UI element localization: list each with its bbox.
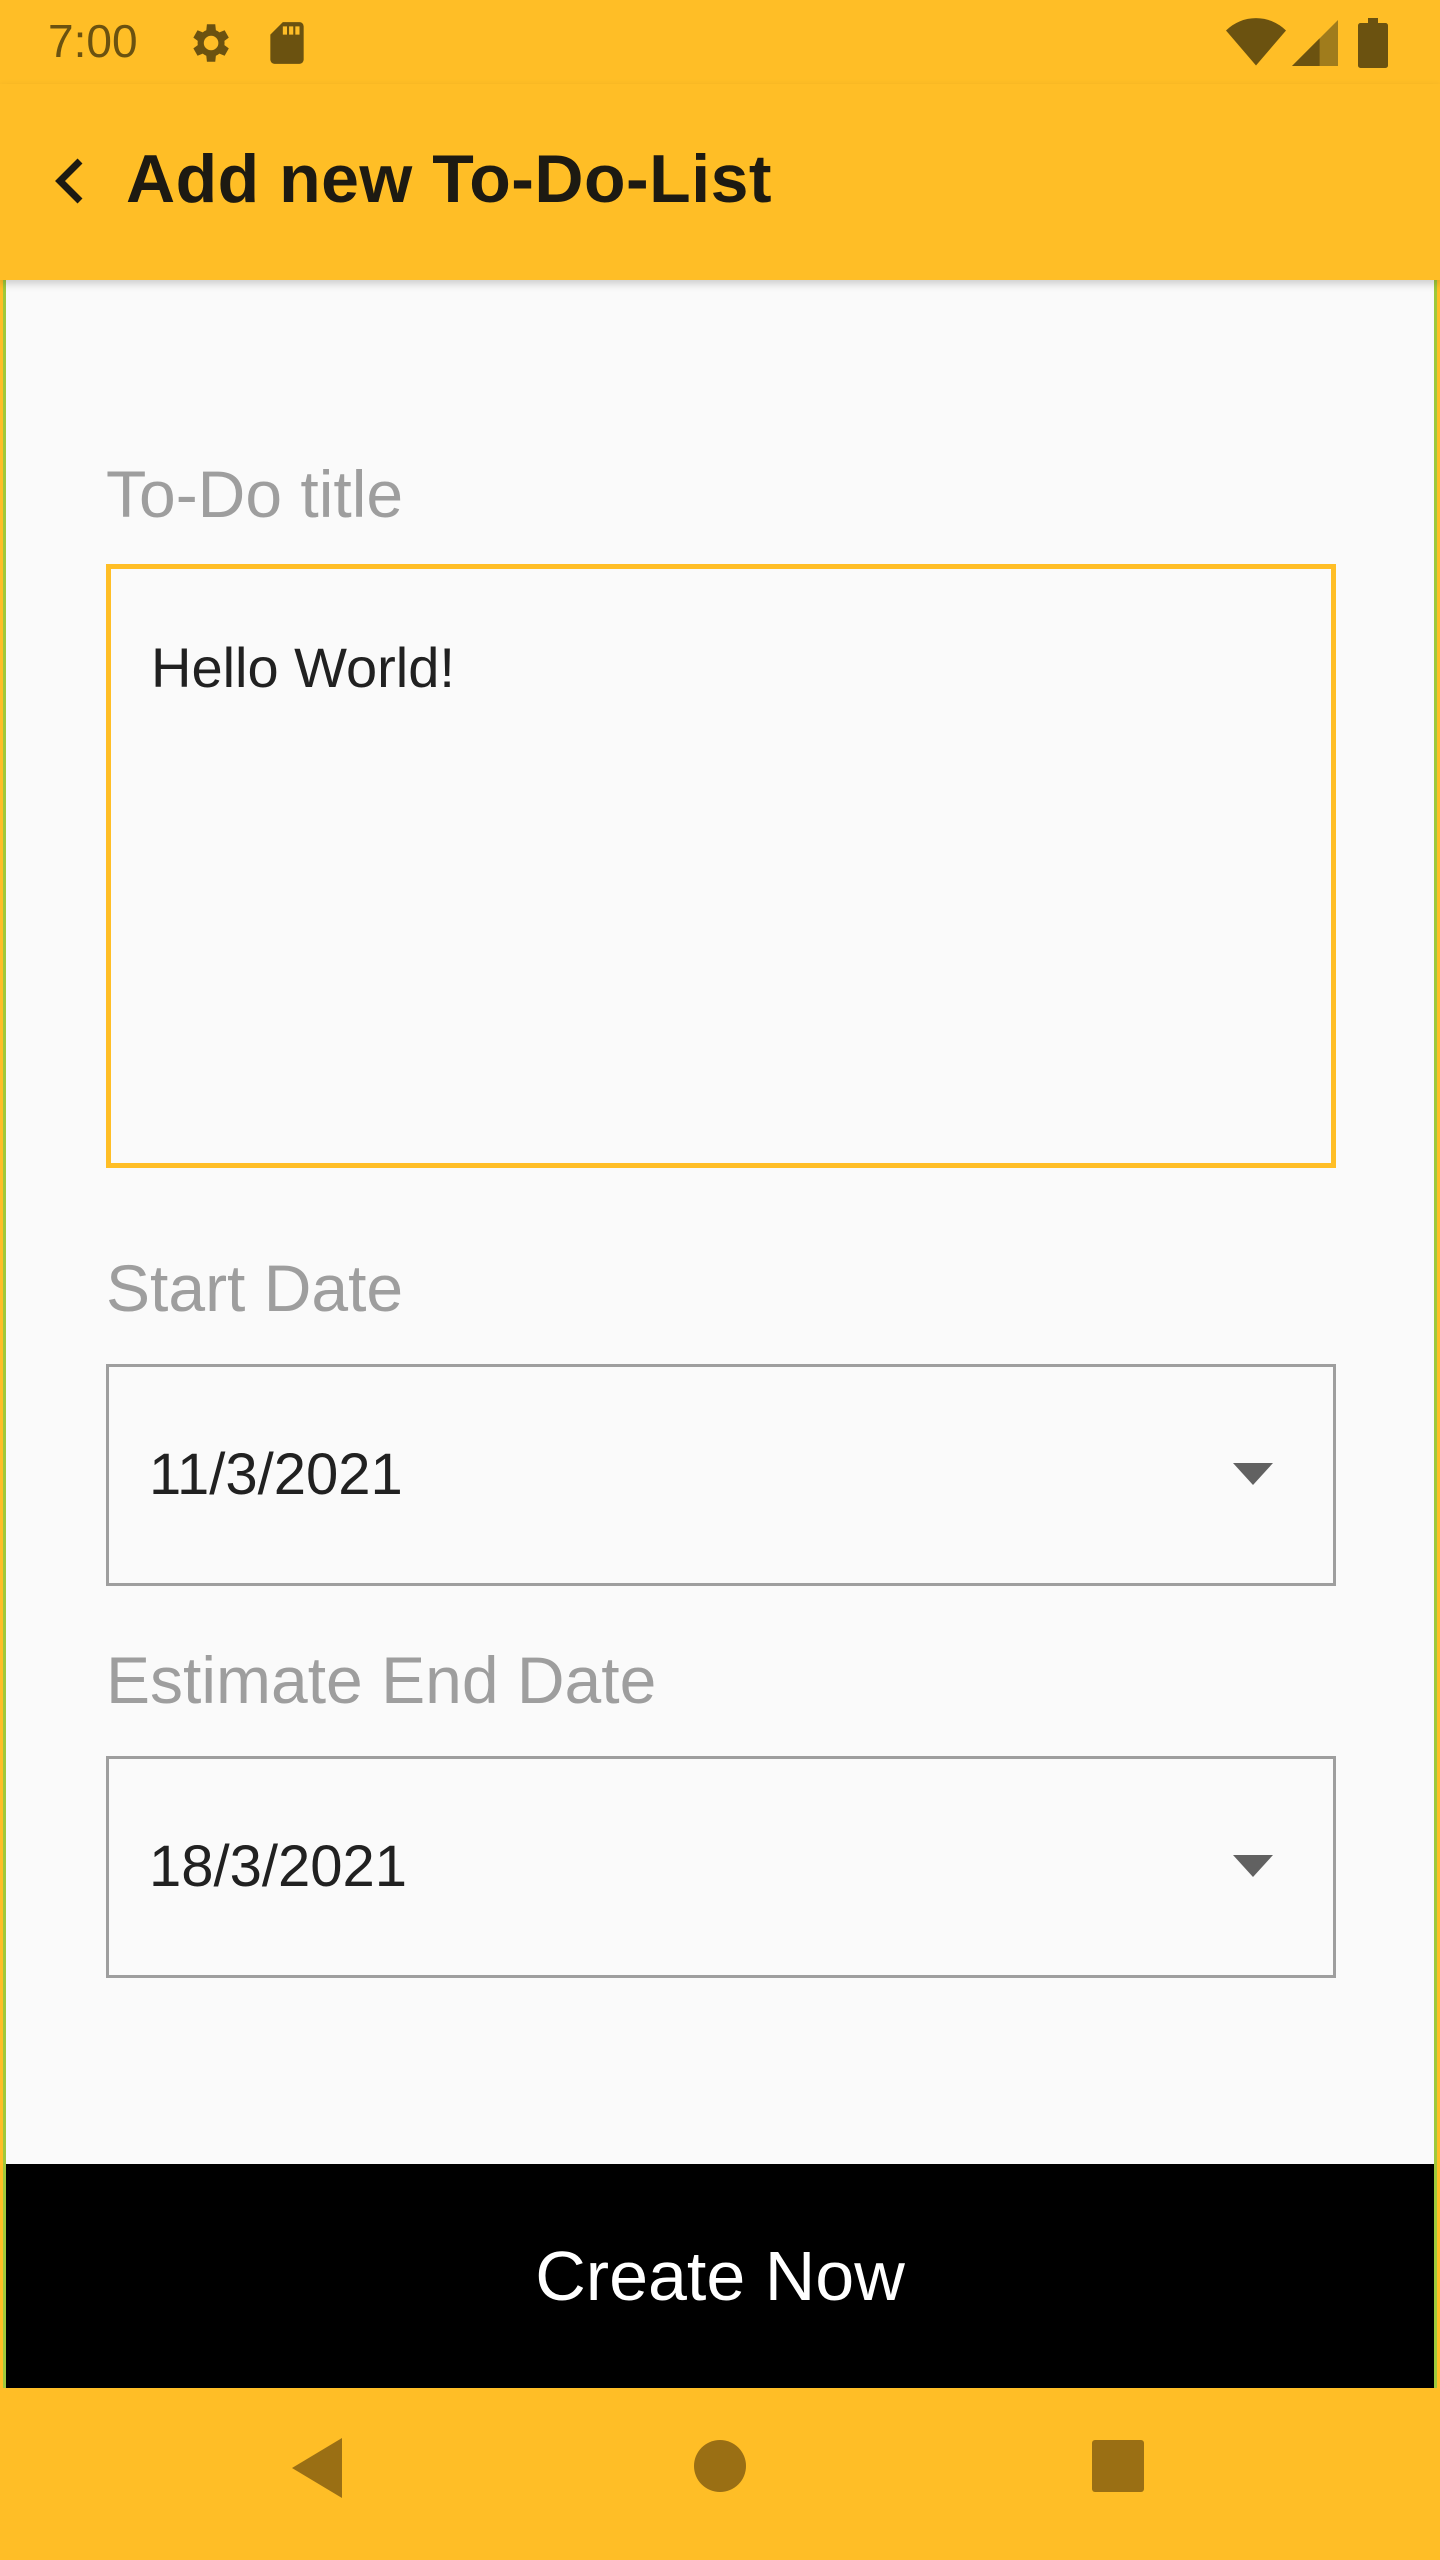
chevron-left-icon xyxy=(55,158,83,204)
dropdown-arrow-icon xyxy=(1233,1855,1273,1877)
gear-icon xyxy=(184,18,234,73)
end-date-label: Estimate End Date xyxy=(106,1643,657,1717)
back-triangle-icon[interactable] xyxy=(288,2432,348,2509)
page-title: Add new To-Do-List xyxy=(126,141,773,217)
status-time: 7:00 xyxy=(48,15,138,67)
back-button[interactable] xyxy=(40,138,100,224)
status-bar: 7:00 xyxy=(0,0,1440,84)
dropdown-arrow-icon xyxy=(1233,1463,1273,1485)
create-now-label: Create Now xyxy=(535,2237,905,2315)
content-area xyxy=(3,84,1437,2388)
sd-card-icon xyxy=(262,18,312,73)
todo-title-input[interactable]: Hello World! xyxy=(106,564,1336,1168)
battery-icon xyxy=(1358,18,1388,73)
start-date-dropdown[interactable]: 11/3/2021 xyxy=(106,1364,1336,1586)
create-now-button[interactable]: Create Now xyxy=(6,2164,1434,2388)
start-date-value: 11/3/2021 xyxy=(149,1442,403,1507)
wifi-icon xyxy=(1226,18,1286,73)
signal-icon xyxy=(1292,18,1338,73)
system-nav-bar xyxy=(0,2388,1440,2560)
recents-square-icon[interactable] xyxy=(1090,2438,1146,2499)
todo-title-value: Hello World! xyxy=(151,636,455,699)
home-circle-icon[interactable] xyxy=(692,2438,748,2499)
todo-title-label: To-Do title xyxy=(106,457,404,531)
start-date-label: Start Date xyxy=(106,1251,404,1325)
end-date-dropdown[interactable]: 18/3/2021 xyxy=(106,1756,1336,1978)
end-date-value: 18/3/2021 xyxy=(149,1834,408,1899)
